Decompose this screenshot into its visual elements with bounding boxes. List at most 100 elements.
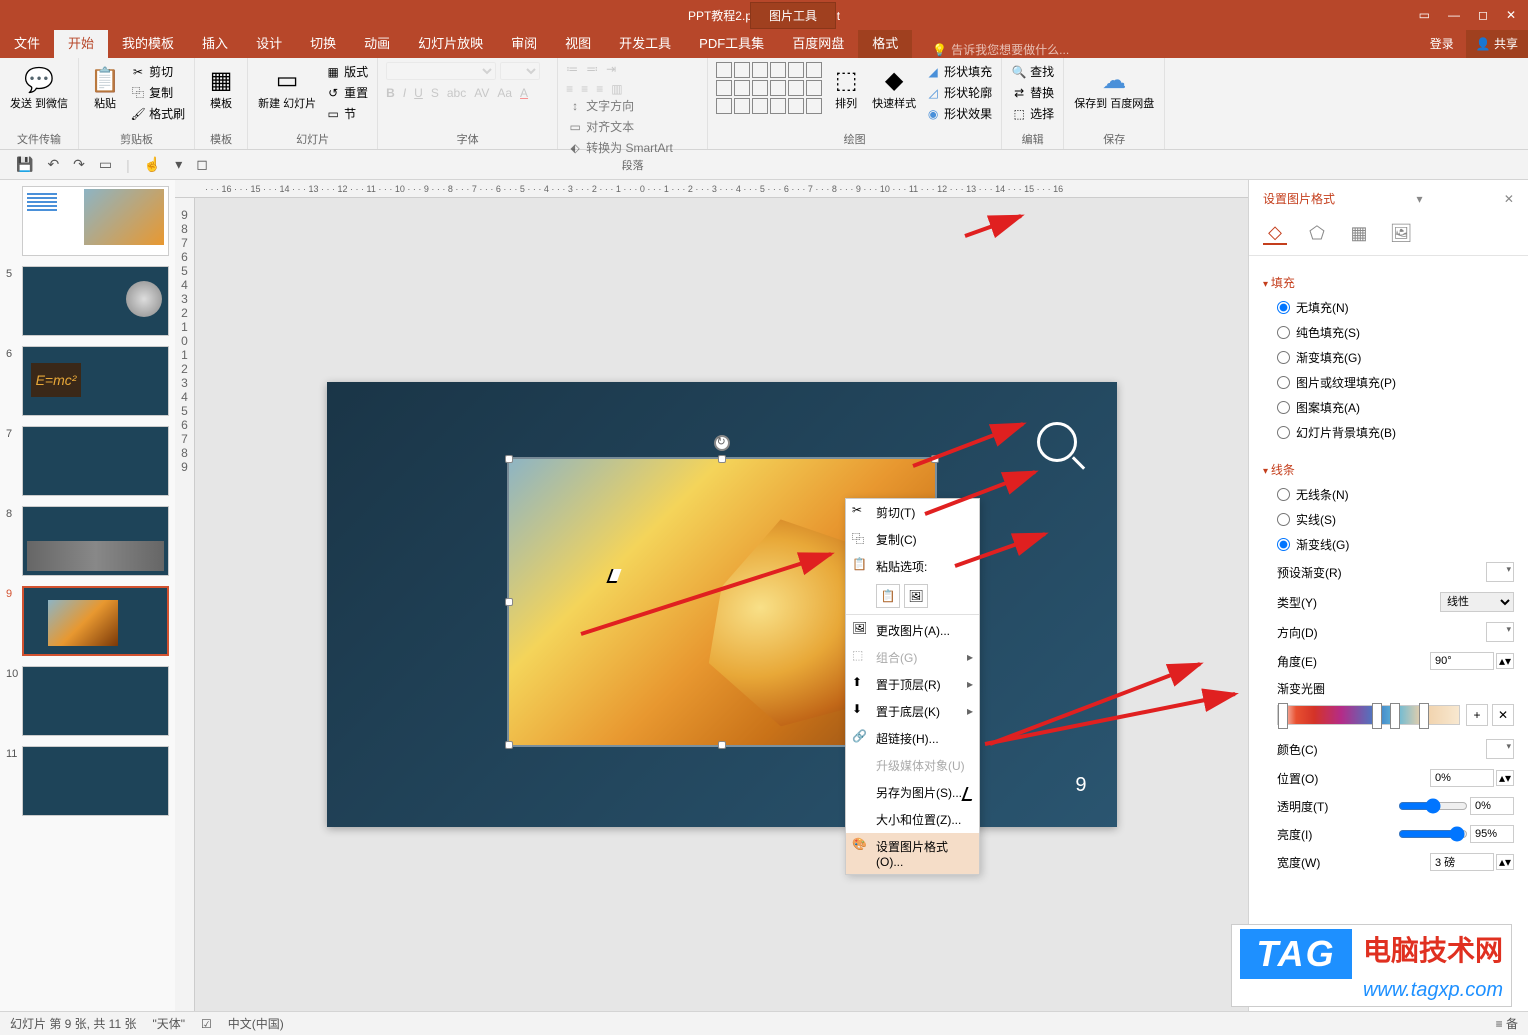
italic-button[interactable]: I [403,86,406,100]
fill-solid-radio[interactable]: 纯色填充(S) [1263,320,1514,345]
cm-send-back[interactable]: ⬇置于底层(K)▸ [846,698,979,725]
minimize-icon[interactable]: — [1448,8,1460,22]
gradient-stop[interactable] [1419,703,1429,729]
thumbnail-item[interactable]: 10 [6,666,169,736]
tab-baidu[interactable]: 百度网盘 [778,27,858,58]
brightness-input[interactable] [1470,825,1514,843]
thumbnail-item[interactable]: 5 [6,266,169,336]
format-painter-button[interactable]: 🖌格式刷 [129,104,186,123]
cm-format-picture[interactable]: 🎨设置图片格式(O)... [846,833,979,874]
bold-button[interactable]: B [386,86,395,100]
text-direction-button[interactable]: ↕文字方向 [566,96,699,115]
tab-transitions[interactable]: 切换 [296,27,350,58]
fill-slidebg-radio[interactable]: 幻灯片背景填充(B) [1263,420,1514,445]
strike-button[interactable]: S [431,86,439,100]
save-baidu-button[interactable]: ☁保存到 百度网盘 [1072,62,1156,112]
font-family-select[interactable] [386,62,496,80]
numbering-button[interactable]: ≕ [586,62,598,76]
tab-animations[interactable]: 动画 [350,27,404,58]
smartart-button[interactable]: ⬖转换为 SmartArt [566,138,699,157]
pane-tab-effects[interactable]: ⬠ [1305,221,1329,245]
pane-close-button[interactable]: ✕ [1504,192,1514,206]
resize-handle[interactable] [718,741,726,749]
shape-outline-button[interactable]: ◿形状轮廓 [924,83,993,102]
tab-home[interactable]: 开始 [54,27,108,58]
paste-option-2[interactable]: 🖼 [904,584,928,608]
shapes-gallery[interactable] [716,62,822,114]
fill-none-radio[interactable]: 无填充(N) [1263,295,1514,320]
tab-format[interactable]: 格式 [858,27,912,58]
share-button[interactable]: 👤 共享 [1466,29,1528,58]
cm-cut[interactable]: ✂剪切(T) [846,499,979,526]
copy-button[interactable]: ⿻复制 [129,83,186,102]
width-input[interactable] [1430,853,1494,871]
spellcheck-icon[interactable]: ☑ [201,1017,212,1031]
undo-button[interactable]: ↶ [47,156,59,173]
tab-pdf[interactable]: PDF工具集 [685,27,778,58]
line-solid-radio[interactable]: 实线(S) [1263,507,1514,532]
paste-button[interactable]: 📋粘贴 [87,62,123,112]
angle-input[interactable] [1430,652,1494,670]
fill-gradient-radio[interactable]: 渐变填充(G) [1263,345,1514,370]
thumbnail-item[interactable]: 6E=mc² [6,346,169,416]
align-right-button[interactable]: ≡ [596,82,603,96]
gradient-stops-bar[interactable] [1277,705,1460,725]
cm-hyperlink[interactable]: 🔗超链接(H)... [846,725,979,752]
login-button[interactable]: 登录 [1418,29,1466,58]
shape-fill-button[interactable]: ◢形状填充 [924,62,993,81]
ribbon-options-icon[interactable]: ▭ [1419,8,1430,22]
transparency-slider[interactable] [1398,798,1468,814]
align-text-button[interactable]: ▭对齐文本 [566,117,699,136]
find-button[interactable]: 🔍查找 [1010,62,1055,81]
touch-mode-button[interactable]: ☝ [144,156,161,173]
underline-button[interactable]: U [414,86,423,100]
language-label[interactable]: 中文(中国) [228,1015,284,1032]
cm-save-as-picture[interactable]: 另存为图片(S)... [846,779,979,806]
transparency-input[interactable] [1470,797,1514,815]
thumbnail-item[interactable]: 9 [6,586,169,656]
thumbnail-item[interactable] [6,186,169,256]
cut-button[interactable]: ✂剪切 [129,62,186,81]
shape-effects-button[interactable]: ◉形状效果 [924,104,993,123]
remove-stop-button[interactable]: ✕ [1492,704,1514,726]
direction-picker[interactable] [1486,622,1514,642]
cm-change-picture[interactable]: 🖼更改图片(A)... [846,617,979,644]
canvas[interactable]: 9 ✂剪切(T) ⿻复制(C) 📋粘贴选项: 📋🖼 🖼更改图片(A)... ⬚组… [195,198,1248,1011]
tab-file[interactable]: 文件 [0,27,54,58]
tab-slideshow[interactable]: 幻灯片放映 [404,27,497,58]
quick-styles-button[interactable]: ◆快速样式 [870,62,918,112]
new-slide-button[interactable]: ▭新建 幻灯片 [256,62,318,112]
arrange-button[interactable]: ⬚排列 [828,62,864,112]
fill-picture-radio[interactable]: 图片或纹理填充(P) [1263,370,1514,395]
redo-button[interactable]: ↷ [73,156,85,173]
tab-design[interactable]: 设计 [242,27,296,58]
columns-button[interactable]: ▥ [611,82,622,96]
line-gradient-radio[interactable]: 渐变线(G) [1263,532,1514,557]
add-stop-button[interactable]: + [1466,704,1488,726]
tab-review[interactable]: 审阅 [497,27,551,58]
tab-insert[interactable]: 插入 [188,27,242,58]
cm-copy[interactable]: ⿻复制(C) [846,526,979,553]
slide-thumbnails[interactable]: 5 6E=mc² 7 8 9 10 11 [0,180,175,1011]
spinner-icon[interactable]: ▴▾ [1496,770,1514,786]
thumbnail-item[interactable]: 11 [6,746,169,816]
tab-my-templates[interactable]: 我的模板 [108,27,188,58]
thumbnail-item[interactable]: 7 [6,426,169,496]
pane-tab-fill[interactable]: ◇ [1263,221,1287,245]
tell-me[interactable]: 💡告诉我您想要做什么... [932,41,1069,58]
cm-bring-front[interactable]: ⬆置于顶层(R)▸ [846,671,979,698]
pane-tab-size[interactable]: ▦ [1347,221,1371,245]
line-none-radio[interactable]: 无线条(N) [1263,482,1514,507]
tab-developer[interactable]: 开发工具 [605,27,685,58]
send-wechat-button[interactable]: 💬发送 到微信 [8,62,70,112]
fill-section-header[interactable]: 填充 [1263,270,1514,295]
color-picker[interactable] [1486,739,1514,759]
template-button[interactable]: ▦模板 [203,62,239,112]
tab-view[interactable]: 视图 [551,27,605,58]
reset-button[interactable]: ↺重置 [324,83,369,102]
position-input[interactable] [1430,769,1494,787]
replace-button[interactable]: ⇄替换 [1010,83,1055,102]
resize-handle[interactable] [505,741,513,749]
line-section-header[interactable]: 线条 [1263,457,1514,482]
paste-option-1[interactable]: 📋 [876,584,900,608]
